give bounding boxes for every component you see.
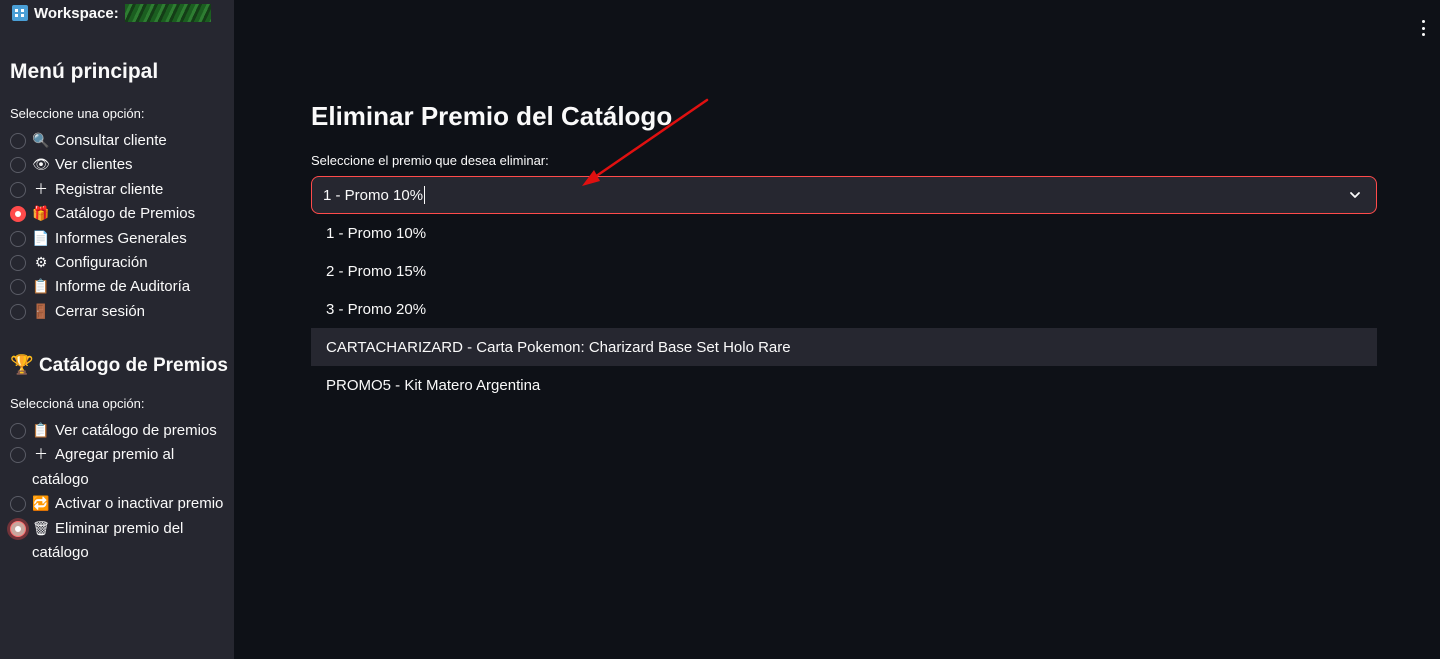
clipboard-icon: 📋 xyxy=(32,423,50,439)
selectbox-value: 1 - Promo 10% xyxy=(323,186,424,204)
radio-option-label: Eliminar premio del catálogo xyxy=(32,519,184,562)
radio-unselected-icon[interactable] xyxy=(10,133,26,149)
trophy-icon: 🏆 xyxy=(10,354,34,376)
main-menu-radio-group: 🔍 Consultar cliente 👁 Ver clientes ＋ Registra… xyxy=(10,129,226,324)
radio-option[interactable]: 🎁 Catálogo de Premios xyxy=(10,202,226,226)
dropdown-option[interactable]: 1 - Promo 10% xyxy=(311,214,1377,252)
radio-option[interactable]: 📋 Ver catálogo de premios xyxy=(10,419,226,443)
radio-unselected-icon[interactable] xyxy=(10,447,26,464)
office-building-icon xyxy=(12,5,28,21)
radio-option[interactable]: 🔁 Activar o inactivar premio xyxy=(10,492,226,516)
dropdown-option[interactable]: 2 - Promo 15% xyxy=(311,252,1377,290)
radio-option-text: 🚪 Cerrar sesión xyxy=(32,300,145,324)
text-cursor xyxy=(424,186,426,204)
radio-option[interactable]: ⚙ Configuración xyxy=(10,251,226,275)
radio-option-label: Activar o inactivar premio xyxy=(55,495,224,513)
dropdown-option[interactable]: PROMO5 - Kit Matero Argentina xyxy=(311,366,1377,404)
document-icon: 📄 xyxy=(32,230,50,247)
radio-option-label: Agregar premio al catálogo xyxy=(32,446,175,488)
trash-icon: 🗑 xyxy=(32,520,50,537)
menu-title: Menú principal xyxy=(10,60,159,83)
menu-prompt: Seleccione una opción: xyxy=(10,106,145,121)
sidebar: Workspace: Menú principal Seleccione una… xyxy=(0,0,234,659)
radio-selected-icon[interactable] xyxy=(10,206,26,223)
radio-unselected-icon[interactable] xyxy=(10,255,26,272)
radio-option-label: Informes Generales xyxy=(55,229,187,247)
radio-option[interactable]: 📋 Informe de Auditoría xyxy=(10,275,226,299)
radio-option-text: ＋ Agregar premio al catálogo xyxy=(32,443,226,492)
radio-option[interactable]: 🚪 Cerrar sesión xyxy=(10,300,226,324)
radio-option-text: ⚙ Configuración xyxy=(32,251,148,275)
select-dropdown-list: 1 - Promo 10% 2 - Promo 15% 3 - Promo 20% C… xyxy=(311,214,1377,404)
magnifier-icon: 🔍 xyxy=(32,133,50,149)
main-menu-kebab-icon[interactable] xyxy=(1422,20,1426,36)
page-title: Eliminar Premio del Catálogo xyxy=(311,101,673,131)
radio-option[interactable]: ＋ Agregar premio al catálogo xyxy=(10,443,226,492)
clipboard-icon: 📋 xyxy=(32,279,50,296)
radio-option-text: 🗑 Eliminar premio del catálogo xyxy=(32,517,226,566)
radio-option[interactable]: ＋ Registrar cliente xyxy=(10,178,226,202)
radio-unselected-icon[interactable] xyxy=(10,230,26,247)
catalog-radio-group: 📋 Ver catálogo de premios ＋ Agregar premio … xyxy=(10,419,226,565)
radio-option-label: Ver clientes xyxy=(55,156,133,174)
plus-icon: ＋ xyxy=(34,181,48,198)
eye-icon: 👁 xyxy=(32,157,50,174)
workspace-name-redacted xyxy=(124,4,211,22)
catalog-title-text: Catálogo de Premios xyxy=(38,355,228,376)
radio-option[interactable]: 📄 Informes Generales xyxy=(10,227,226,251)
radio-option-label: Cerrar sesión xyxy=(55,302,146,320)
radio-option[interactable]: 🗑 Eliminar premio del catálogo xyxy=(10,517,226,566)
radio-option[interactable]: 👁 Ver clientes xyxy=(10,153,226,177)
catalog-prompt: Seleccioná una opción: xyxy=(10,396,145,411)
gear-icon: ⚙ xyxy=(34,255,48,272)
workspace-label: Workspace: xyxy=(34,4,119,22)
plus-icon: ＋ xyxy=(34,447,48,464)
radio-unselected-icon[interactable] xyxy=(10,496,26,513)
radio-selected-icon[interactable] xyxy=(10,520,26,537)
dropdown-option[interactable]: CARTACHARIZARD - Carta Pokemon: Charizar… xyxy=(311,328,1377,366)
radio-option[interactable]: 🔍 Consultar cliente xyxy=(10,129,226,153)
refresh-icon: 🔁 xyxy=(32,496,50,513)
chevron-down-icon[interactable] xyxy=(1348,188,1362,202)
radio-option-label: Catálogo de Premios xyxy=(55,205,196,223)
radio-option-text: 🎁 Catálogo de Premios xyxy=(32,202,195,226)
door-icon: 🚪 xyxy=(32,303,50,320)
workspace-indicator: Workspace: xyxy=(12,4,211,22)
radio-option-label: Informe de Auditoría xyxy=(55,278,191,296)
radio-option-text: 📄 Informes Generales xyxy=(32,227,187,251)
radio-unselected-icon[interactable] xyxy=(10,181,26,198)
radio-unselected-icon[interactable] xyxy=(10,303,26,320)
radio-unselected-icon[interactable] xyxy=(10,423,26,439)
radio-option-text: 🔁 Activar o inactivar premio xyxy=(32,492,223,516)
radio-option-text: 👁 Ver clientes xyxy=(32,153,133,177)
radio-option-text: 📋 Informe de Auditoría xyxy=(32,275,190,299)
select-label: Seleccione el premio que desea eliminar: xyxy=(311,153,549,168)
radio-option-text: 🔍 Consultar cliente xyxy=(32,129,167,153)
prize-selectbox[interactable]: 1 - Promo 10% xyxy=(311,176,1377,214)
radio-option-label: Consultar cliente xyxy=(55,132,167,149)
radio-option-label: Registrar cliente xyxy=(55,180,164,198)
radio-option-label: Ver catálogo de premios xyxy=(55,422,217,439)
radio-option-text: ＋ Registrar cliente xyxy=(32,178,163,202)
radio-unselected-icon[interactable] xyxy=(10,279,26,296)
radio-option-text: 📋 Ver catálogo de premios xyxy=(32,419,217,443)
radio-unselected-icon[interactable] xyxy=(10,157,26,174)
gift-icon: 🎁 xyxy=(32,206,50,223)
catalog-section-title: 🏆 Catálogo de Premios xyxy=(10,353,228,377)
dropdown-option[interactable]: 3 - Promo 20% xyxy=(311,290,1377,328)
radio-option-label: Configuración xyxy=(55,254,148,272)
